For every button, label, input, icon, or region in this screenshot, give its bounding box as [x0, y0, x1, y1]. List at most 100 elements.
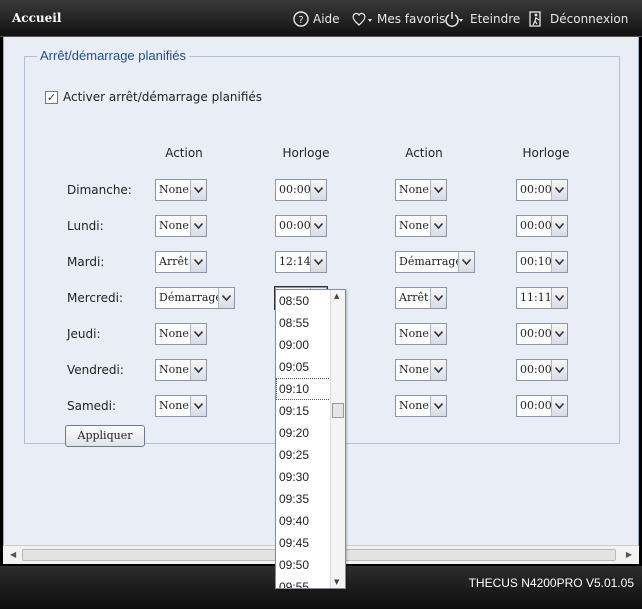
chevron-down-icon[interactable]: [218, 288, 234, 308]
favorites-link[interactable]: Mes favoris: [351, 8, 445, 30]
select-value: Arrêt: [399, 291, 429, 304]
time-select[interactable]: 11:11: [516, 287, 568, 309]
select-value: 00:00: [279, 219, 310, 232]
day-label: Vendredi:: [67, 363, 124, 377]
day-label: Mardi:: [67, 255, 105, 269]
chevron-down-icon[interactable]: [430, 180, 446, 200]
time-option[interactable]: 09:30: [276, 466, 331, 488]
time-option[interactable]: 09:20: [276, 422, 331, 444]
time-dropdown-list[interactable]: 08:50 08:55 09:00 09:05 09:10 09:15 09:20 09:25…: [275, 289, 346, 589]
chevron-down-icon[interactable]: [458, 252, 474, 272]
chevron-down-icon[interactable]: [190, 252, 206, 272]
action-select[interactable]: None: [395, 359, 447, 381]
chevron-down-icon[interactable]: [310, 180, 326, 200]
time-options: 08:50 08:55 09:00 09:05 09:10 09:15 09:20 09:25…: [276, 290, 331, 588]
time-option[interactable]: 09:45: [276, 532, 331, 554]
time-option[interactable]: 09:15: [276, 400, 331, 422]
action-select[interactable]: None: [155, 215, 207, 237]
chevron-down-icon[interactable]: [430, 288, 446, 308]
dropdown-scroll-thumb[interactable]: [332, 403, 344, 418]
select-value: None: [159, 327, 189, 340]
select-value: Démarrage: [399, 255, 458, 268]
chevron-down-icon[interactable]: [310, 216, 326, 236]
action-select[interactable]: None: [395, 395, 447, 417]
logout-link[interactable]: Déconnexion: [528, 8, 628, 30]
help-link[interactable]: ? Aide: [293, 8, 340, 30]
chevron-down-icon[interactable]: [430, 360, 446, 380]
select-value: 00:00: [520, 399, 551, 412]
chevron-down-icon[interactable]: [430, 216, 446, 236]
time-option[interactable]: 09:05: [276, 356, 331, 378]
day-label: Mercredi:: [67, 291, 124, 305]
action-select[interactable]: Démarrage: [155, 287, 235, 309]
time-select[interactable]: 00:00: [516, 359, 568, 381]
enable-checkbox[interactable]: ✓: [45, 90, 58, 104]
time-select[interactable]: 12:14: [275, 251, 327, 273]
action-select[interactable]: None: [155, 323, 207, 345]
select-value: None: [399, 183, 429, 196]
select-value: None: [159, 183, 189, 196]
time-option[interactable]: 09:35: [276, 488, 331, 510]
action-select[interactable]: Arrêt: [155, 251, 207, 273]
time-option[interactable]: 09:50: [276, 554, 331, 576]
chevron-down-icon[interactable]: [551, 180, 567, 200]
enable-label: Activer arrêt/démarrage planifiés: [63, 90, 263, 104]
action-select[interactable]: None: [155, 395, 207, 417]
dropdown-scrollbar[interactable]: ▲ ▼: [330, 290, 345, 588]
favorites-label: Mes favoris: [377, 12, 446, 26]
scroll-left-icon[interactable]: ◀: [10, 550, 16, 559]
shutdown-link[interactable]: Eteindre: [444, 8, 520, 30]
chevron-down-icon[interactable]: [190, 324, 206, 344]
time-select[interactable]: 00:00: [516, 215, 568, 237]
scroll-up-icon[interactable]: ▲: [334, 292, 339, 300]
home-tab[interactable]: Accueil: [0, 5, 73, 32]
select-value: 00:00: [520, 219, 551, 232]
action-select[interactable]: None: [395, 215, 447, 237]
day-label: Samedi:: [67, 399, 117, 413]
time-option[interactable]: 08:50: [276, 290, 331, 312]
time-select[interactable]: 00:00: [516, 179, 568, 201]
apply-button[interactable]: Appliquer: [65, 425, 145, 447]
chevron-down-icon[interactable]: [551, 324, 567, 344]
time-option[interactable]: 09:10: [276, 378, 331, 400]
chevron-down-icon[interactable]: [551, 252, 567, 272]
column-header-clock-1: Horloge: [282, 146, 330, 160]
select-value: 00:00: [520, 183, 551, 196]
chevron-down-icon[interactable]: [551, 288, 567, 308]
time-option[interactable]: 09:55: [276, 576, 331, 588]
select-value: None: [399, 399, 429, 412]
chevron-down-icon[interactable]: [551, 360, 567, 380]
action-select[interactable]: Démarrage: [395, 251, 475, 273]
chevron-down-icon[interactable]: [190, 180, 206, 200]
action-select[interactable]: None: [395, 323, 447, 345]
chevron-down-icon[interactable]: [430, 396, 446, 416]
chevron-down-icon[interactable]: [551, 396, 567, 416]
chevron-down-icon[interactable]: [430, 324, 446, 344]
time-select[interactable]: 00:00: [516, 323, 568, 345]
chevron-down-icon[interactable]: [551, 216, 567, 236]
action-select[interactable]: None: [155, 179, 207, 201]
time-select[interactable]: 00:00: [516, 395, 568, 417]
select-value: 11:11: [520, 291, 551, 304]
select-value: 00:10: [520, 255, 551, 268]
scroll-right-icon[interactable]: ▶: [626, 550, 632, 559]
chevron-down-icon[interactable]: [190, 360, 206, 380]
chevron-down-icon[interactable]: [310, 252, 326, 272]
action-select[interactable]: None: [155, 359, 207, 381]
scroll-down-icon[interactable]: ▼: [334, 578, 339, 586]
time-option[interactable]: 09:40: [276, 510, 331, 532]
chevron-down-icon[interactable]: [190, 216, 206, 236]
select-value: 00:00: [279, 183, 310, 196]
help-label: Aide: [313, 12, 340, 26]
time-option[interactable]: 09:00: [276, 334, 331, 356]
time-select[interactable]: 00:10: [516, 251, 568, 273]
chevron-down-icon[interactable]: [190, 396, 206, 416]
time-select[interactable]: 00:00: [275, 215, 327, 237]
action-select[interactable]: None: [395, 179, 447, 201]
time-option[interactable]: 09:25: [276, 444, 331, 466]
time-select[interactable]: 00:00: [275, 179, 327, 201]
time-option[interactable]: 08:55: [276, 312, 331, 334]
select-value: Arrêt: [159, 255, 189, 268]
action-select[interactable]: Arrêt: [395, 287, 447, 309]
select-value: None: [399, 219, 429, 232]
